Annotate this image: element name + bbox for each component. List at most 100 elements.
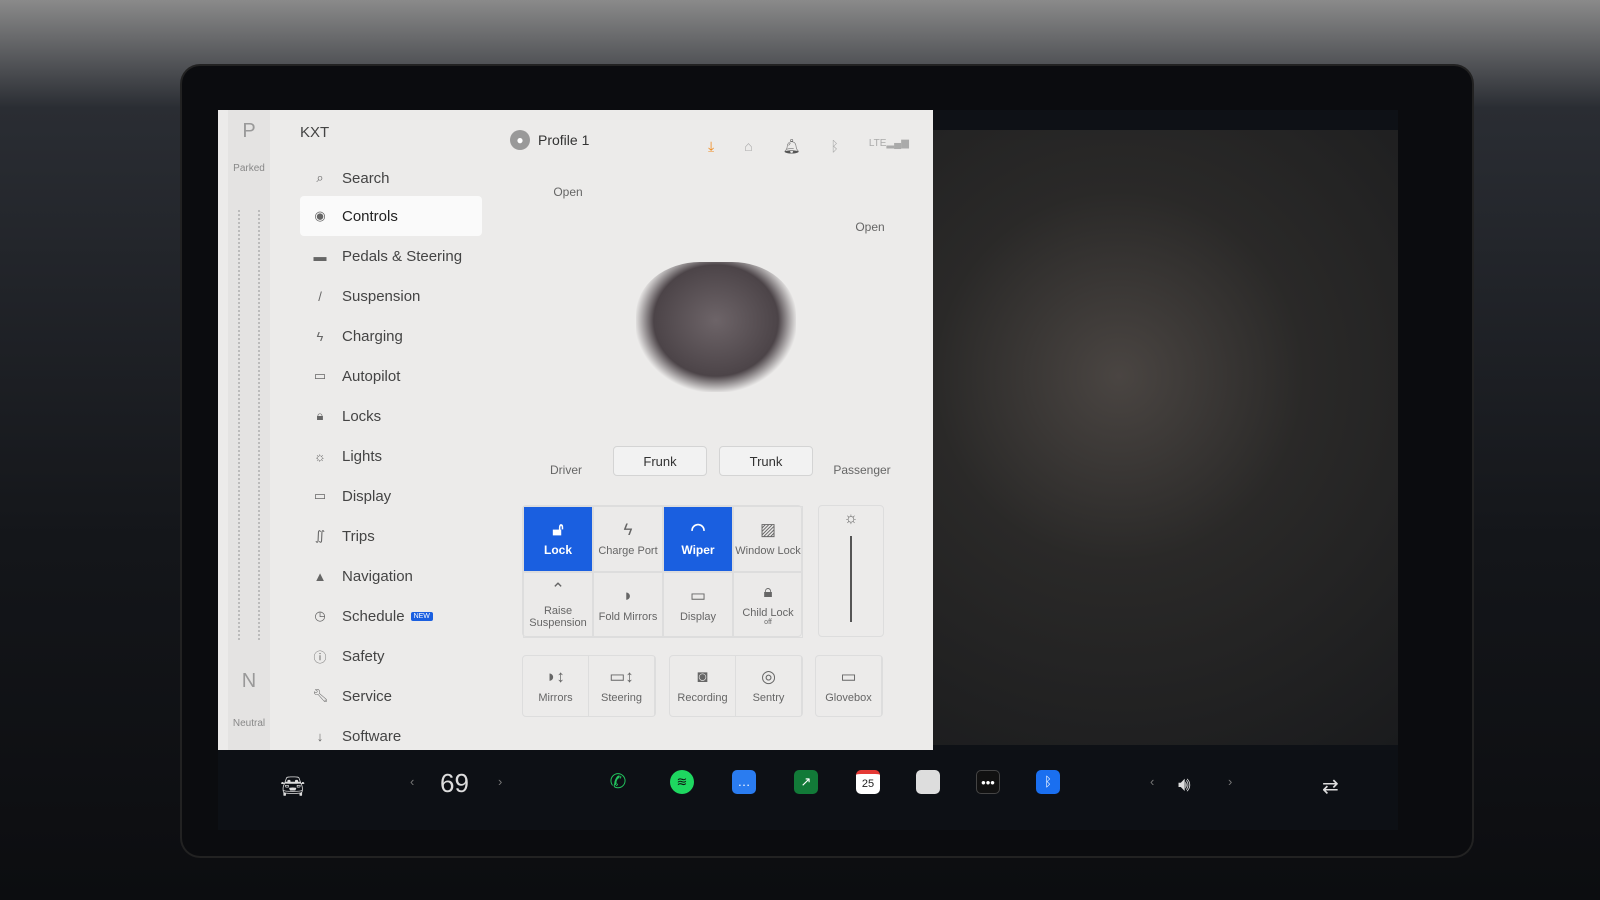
control-label: Steering <box>601 691 642 704</box>
menu-item-label: Lights <box>342 447 383 465</box>
passenger-door[interactable]: Passenger <box>830 463 894 477</box>
menu-item-autopilot[interactable]: ▭ Autopilot <box>300 356 482 396</box>
menu-item-label: Safety <box>342 647 385 665</box>
bell-icon[interactable]: 🔔︎ <box>783 138 801 155</box>
glovebox-button[interactable]: ▭ Glovebox <box>816 656 882 716</box>
wiper-button[interactable]: ◠ Wiper <box>663 506 733 572</box>
suspension-icon: ⌃ <box>550 580 566 600</box>
menu-item-lights[interactable]: ☼ Lights <box>300 436 482 476</box>
bluetooth-icon[interactable]: ᛒ <box>830 138 838 155</box>
calendar-icon[interactable]: 25 <box>856 770 880 794</box>
fold-mirrors-button[interactable]: ◗ Fold Mirrors <box>593 572 663 638</box>
wiper-icon: ◠ <box>690 519 706 539</box>
menu-item-search[interactable]: ⌕ Search <box>300 160 482 196</box>
menu-item-schedule[interactable]: ◷ Schedule NEW <box>300 596 482 636</box>
menu-item-service[interactable]: 🔧︎ Service <box>300 676 482 716</box>
mirror-icon: ◗ <box>622 586 634 606</box>
menu-item-label: Pedals & Steering <box>342 247 463 265</box>
dock-bar: 🚘︎ ‹ 69 › ✆ ≋ … ↗ 25 ••• ᛒ ‹ 🔊︎ › ⇄ <box>218 750 1398 830</box>
driver-door[interactable]: Driver <box>544 463 588 477</box>
menu-item-label: Autopilot <box>342 367 401 385</box>
settings-menu: ⌕ Search ◉ Controls ▬ Pedals & Steering / Suspe… <box>300 160 482 756</box>
volume-icon[interactable]: 🔊︎ <box>1178 774 1191 797</box>
gear-park-label: Parked <box>233 163 265 174</box>
profile-button[interactable]: ● Profile 1 <box>510 130 589 150</box>
window-lock-button[interactable]: ▨ Window Lock <box>733 506 803 572</box>
trunk-button[interactable]: Trunk <box>719 446 813 476</box>
brightness-slider[interactable]: ☼ <box>818 505 884 637</box>
toybox-icon[interactable] <box>916 770 940 794</box>
volume-up-button[interactable]: › <box>1228 774 1232 789</box>
mirrors-button[interactable]: ◗↕ Mirrors <box>523 656 589 716</box>
control-label: Recording <box>677 691 728 704</box>
gear-selector[interactable]: P Parked N Neutral <box>228 110 270 750</box>
messages-icon[interactable]: … <box>732 770 756 794</box>
spotify-icon[interactable]: ≋ <box>670 770 694 794</box>
car-icon[interactable]: 🚘︎ <box>280 774 305 799</box>
phone-icon[interactable]: ✆ <box>606 770 630 794</box>
control-status: off <box>764 619 772 627</box>
sentry-icon: ◎ <box>761 667 776 687</box>
trips-icon: ∬ <box>314 528 326 543</box>
slider-track[interactable] <box>850 536 852 622</box>
touchscreen: P Parked N Neutral KXT ⌕ Search ◉ Controls ▬… <box>218 110 1398 830</box>
menu-item-suspension[interactable]: / Suspension <box>300 276 482 316</box>
charge-port-button[interactable]: ϟ Charge Port <box>593 506 663 572</box>
frunk-open-label[interactable]: Open <box>548 185 588 199</box>
control-group: ◙ Recording ◎ Sentry <box>669 655 803 717</box>
menu-item-label: Controls <box>342 207 398 225</box>
search-icon: ⌕ <box>316 170 324 185</box>
frunk-button[interactable]: Frunk <box>613 446 707 476</box>
menu-item-locks[interactable]: 🔒︎ Locks <box>300 396 482 436</box>
steering-adjust-icon: ▭↕ <box>609 667 634 687</box>
volume-down-button[interactable]: ‹ <box>1150 774 1154 789</box>
gear-neutral[interactable]: N <box>228 670 270 693</box>
menu-item-controls[interactable]: ◉ Controls <box>300 196 482 236</box>
map-view[interactable] <box>933 130 1398 745</box>
swap-icon[interactable]: ⇄ <box>1322 774 1339 799</box>
menu-item-charging[interactable]: ϟ Charging <box>300 316 482 356</box>
clock-icon: ◷ <box>314 608 326 623</box>
safety-icon: ⓘ <box>313 649 327 665</box>
control-group: ◗↕ Mirrors ▭↕ Steering <box>522 655 656 717</box>
stocks-icon[interactable]: ↗ <box>794 770 818 794</box>
car-image <box>636 262 796 392</box>
temp-up-button[interactable]: › <box>498 774 502 789</box>
controls-panel: P Parked N Neutral KXT ⌕ Search ◉ Controls ▬… <box>218 110 933 750</box>
menu-item-trips[interactable]: ∬ Trips <box>300 516 482 556</box>
bluetooth-app-icon[interactable]: ᛒ <box>1036 770 1060 794</box>
control-label: Lock <box>543 543 572 558</box>
steering-button[interactable]: ▭↕ Steering <box>589 656 655 716</box>
calendar-day: 25 <box>861 778 875 790</box>
temp-down-button[interactable]: ‹ <box>410 774 414 789</box>
menu-item-label: Suspension <box>342 287 421 305</box>
child-lock-button[interactable]: 🔒︎ Child Lock off <box>733 572 803 638</box>
toggle-icon: ◉ <box>314 208 326 223</box>
menu-item-safety[interactable]: ⓘ Safety <box>300 636 482 676</box>
dashcam-icon: ◙ <box>697 667 708 687</box>
gear-park[interactable]: P <box>228 120 270 143</box>
car-icon: ▬ <box>313 248 327 264</box>
status-bar: ⤓ ⌂ 🔔︎ ᛒ LTE▂▄▆ <box>708 138 909 155</box>
trunk-open-label[interactable]: Open <box>850 220 890 234</box>
mirror-adjust-icon: ◗↕ <box>546 667 565 687</box>
menu-item-label: Trips <box>342 527 375 545</box>
menu-item-label: Display <box>342 487 392 505</box>
bolt-icon: ϟ <box>623 520 633 540</box>
menu-item-pedals-steering[interactable]: ▬ Pedals & Steering <box>300 236 482 276</box>
download-icon[interactable]: ⤓ <box>708 138 714 155</box>
recording-button[interactable]: ◙ Recording <box>670 656 736 716</box>
control-label: Raise Suspension <box>529 604 587 629</box>
more-apps-icon[interactable]: ••• <box>976 770 1000 794</box>
control-label: Window Lock <box>735 544 801 557</box>
control-label: Sentry <box>752 691 785 704</box>
display-button[interactable]: ▭ Display <box>663 572 733 638</box>
sentry-button[interactable]: ◎ Sentry <box>736 656 802 716</box>
gear-track[interactable] <box>238 210 260 640</box>
raise-suspension-button[interactable]: ⌃ Raise Suspension <box>523 572 593 638</box>
menu-item-navigation[interactable]: ▲ Navigation <box>300 556 482 596</box>
homelink-icon[interactable]: ⌂ <box>744 138 752 155</box>
menu-item-display[interactable]: ▭ Display <box>300 476 482 516</box>
gear-neutral-label: Neutral <box>232 718 266 729</box>
lock-button[interactable]: 🔓︎ Lock <box>523 506 593 572</box>
